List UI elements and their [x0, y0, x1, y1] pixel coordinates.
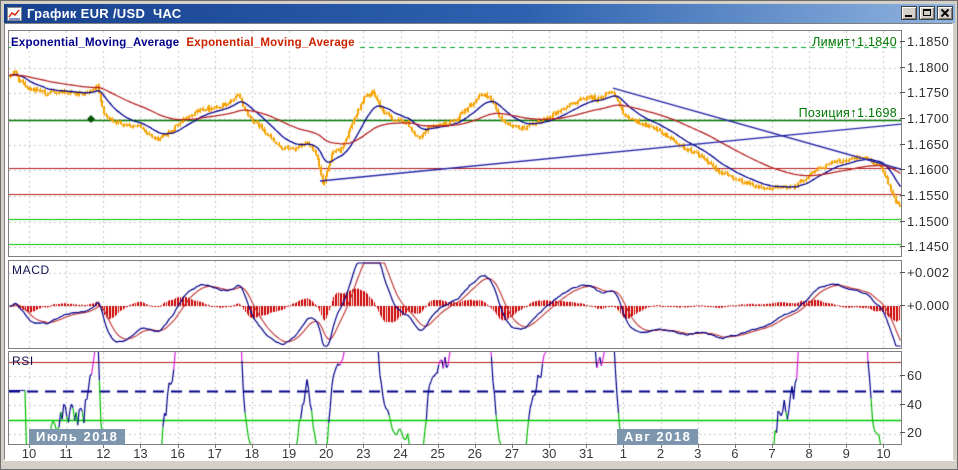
date-label: 9	[842, 446, 850, 461]
limit-price: 1.1840	[856, 35, 897, 49]
position-price: 1.1698	[856, 106, 897, 120]
date-label: 27	[504, 446, 520, 461]
chart-icon	[7, 6, 22, 21]
date-label: 19	[281, 446, 297, 461]
window-title: График EUR /USD ЧАС	[27, 6, 182, 21]
date-tick	[512, 445, 513, 448]
date-label: 13	[133, 446, 148, 461]
date-tick	[735, 445, 736, 448]
date-tick	[438, 445, 439, 448]
date-tick	[586, 445, 587, 448]
macd-title: MACD	[12, 263, 50, 277]
date-label: 25	[430, 446, 445, 461]
price-axis-label: 1.1450	[899, 239, 950, 255]
date-label: 18	[244, 446, 260, 461]
date-tick	[363, 445, 364, 448]
date-label: 17	[207, 446, 222, 461]
macd-axis-label: +0.000	[900, 298, 950, 313]
date-label: 30	[541, 446, 557, 461]
date-tick	[661, 445, 662, 448]
date-label: 1	[619, 446, 627, 461]
price-axis-label: 1.1500	[899, 213, 950, 229]
window-resize-strip	[4, 460, 955, 469]
limit-order-label: Лимит↑1.1840	[812, 34, 897, 49]
rsi-axis-label: 60	[899, 368, 923, 383]
date-tick	[215, 445, 216, 448]
date-label: 26	[467, 446, 483, 461]
date-label: 20	[318, 446, 334, 461]
rsi-axis-label: 40	[899, 397, 923, 412]
date-label: 6	[731, 446, 739, 461]
date-tick	[475, 445, 476, 448]
date-tick	[883, 445, 884, 448]
date-label: 10	[21, 446, 37, 461]
macd-panel[interactable]	[8, 260, 902, 349]
month-label-aug: Авг 2018	[617, 429, 699, 445]
ema-label-2: Exponential_Moving_Average	[186, 37, 355, 49]
date-tick	[66, 445, 67, 448]
rsi-canvas[interactable]	[9, 352, 901, 444]
date-tick	[289, 445, 290, 448]
title-bar[interactable]: График EUR /USD ЧАС	[4, 4, 955, 23]
window-buttons	[899, 6, 953, 20]
macd-axis-label: +0.002	[900, 265, 950, 280]
date-tick	[103, 445, 104, 448]
up-arrow-icon: ↑	[850, 105, 857, 120]
date-label: 8	[805, 446, 813, 461]
indicator-legend: Exponential_Moving_Average Exponential_M…	[11, 37, 358, 49]
date-tick	[623, 445, 624, 448]
price-axis-label: 1.1750	[899, 85, 950, 101]
rsi-title: RSI	[12, 354, 34, 368]
date-label: 31	[579, 446, 594, 461]
date-tick	[846, 445, 847, 448]
rsi-panel[interactable]	[8, 351, 902, 445]
date-label: 3	[694, 446, 702, 461]
price-axis-label: 1.1700	[899, 110, 950, 126]
maximize-button[interactable]	[919, 6, 935, 20]
price-axis-label: 1.1600	[899, 162, 950, 178]
date-label: 23	[356, 446, 371, 461]
date-tick	[29, 445, 30, 448]
date-tick	[178, 445, 179, 448]
up-arrow-icon: ↑	[850, 34, 857, 49]
date-label: 16	[170, 446, 185, 461]
date-tick	[549, 445, 550, 448]
date-label: 10	[876, 446, 891, 461]
ema-label-1: Exponential_Moving_Average	[11, 37, 180, 49]
price-axis-label: 1.1550	[899, 187, 950, 203]
maximize-icon	[923, 9, 931, 16]
date-tick	[772, 445, 773, 448]
date-tick	[401, 445, 402, 448]
date-tick	[809, 445, 810, 448]
date-tick	[252, 445, 253, 448]
price-axis-label: 1.1650	[899, 136, 950, 152]
price-axis-label: 1.1800	[899, 59, 950, 75]
date-label: 2	[656, 446, 665, 461]
price-chart-panel[interactable]	[8, 30, 902, 257]
minimize-button[interactable]	[901, 6, 917, 20]
date-tick	[698, 445, 699, 448]
close-button[interactable]	[937, 6, 953, 20]
month-label-july: Июль 2018	[29, 429, 126, 445]
date-label: 12	[96, 446, 111, 461]
date-label: 7	[768, 446, 776, 461]
price-chart-canvas[interactable]	[9, 31, 901, 256]
position-label: Позиция↑1.1698	[798, 105, 897, 120]
app-window: График EUR /USD ЧАС Exponential_Moving_A…	[0, 0, 958, 470]
price-axis-label: 1.1850	[899, 34, 950, 49]
date-label: 11	[59, 446, 73, 461]
rsi-axis-label: 20	[899, 425, 923, 440]
macd-canvas[interactable]	[9, 261, 901, 348]
date-label: 24	[393, 446, 408, 461]
date-tick	[326, 445, 327, 448]
date-tick	[140, 445, 141, 448]
minimize-icon	[905, 15, 912, 17]
